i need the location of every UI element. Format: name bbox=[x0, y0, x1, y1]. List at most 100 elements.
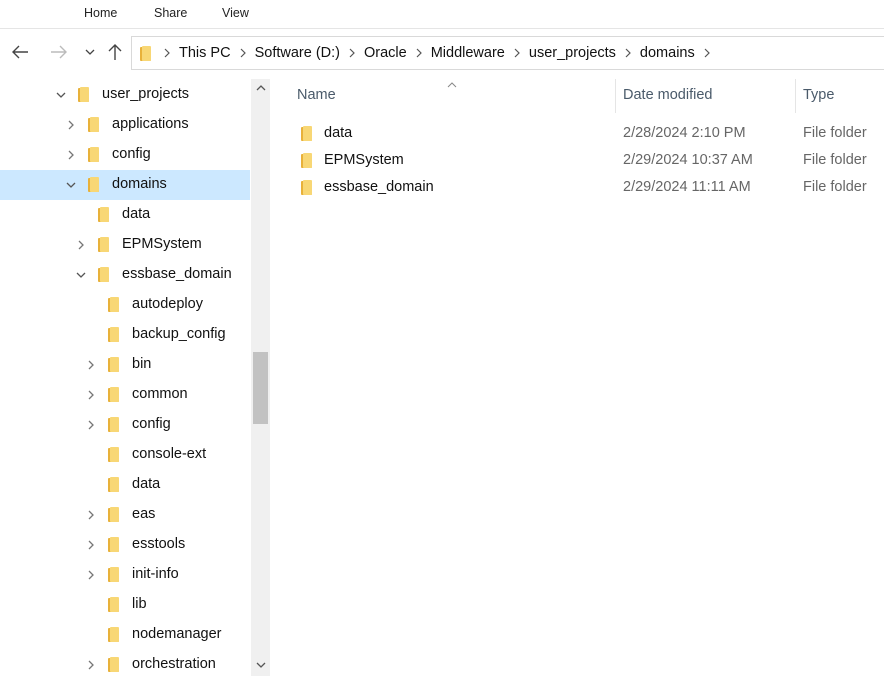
tree-item-label: lib bbox=[132, 596, 147, 612]
file-date: 2/28/2024 2:10 PM bbox=[623, 125, 746, 141]
tree-item-label: orchestration bbox=[132, 656, 216, 672]
file-row[interactable]: EPMSystem 2/29/2024 10:37 AM File folder bbox=[271, 147, 884, 174]
tree-item[interactable]: orchestration bbox=[0, 650, 250, 676]
folder-icon bbox=[88, 147, 99, 162]
breadcrumb-domains[interactable]: domains bbox=[640, 45, 695, 61]
folder-icon bbox=[301, 180, 312, 195]
scroll-down-button[interactable] bbox=[251, 656, 270, 674]
column-divider[interactable] bbox=[795, 79, 796, 113]
tree-item-label: domains bbox=[112, 176, 167, 192]
chevron-down-icon[interactable] bbox=[74, 268, 88, 282]
scroll-up-button[interactable] bbox=[251, 79, 270, 97]
tree-item[interactable]: lib bbox=[0, 590, 250, 620]
scroll-thumb[interactable] bbox=[253, 352, 268, 424]
chevron-right-icon[interactable] bbox=[84, 538, 98, 552]
breadcrumb-middleware[interactable]: Middleware bbox=[431, 45, 505, 61]
tree-item[interactable]: autodeploy bbox=[0, 290, 250, 320]
chevron-right-icon[interactable] bbox=[505, 48, 529, 58]
chevron-right-icon[interactable] bbox=[84, 388, 98, 402]
tree-item-label: autodeploy bbox=[132, 296, 203, 312]
chevron-right-icon[interactable] bbox=[340, 48, 364, 58]
tree-item[interactable]: console-ext bbox=[0, 440, 250, 470]
address-bar[interactable]: This PC Software (D:) Oracle Middleware … bbox=[131, 36, 884, 70]
back-button[interactable] bbox=[9, 41, 31, 63]
chevron-right-icon[interactable] bbox=[64, 148, 78, 162]
breadcrumb-oracle[interactable]: Oracle bbox=[364, 45, 407, 61]
tree-item[interactable]: backup_config bbox=[0, 320, 250, 350]
folder-icon bbox=[108, 297, 119, 312]
column-name[interactable]: Name bbox=[297, 87, 336, 103]
file-row[interactable]: essbase_domain 2/29/2024 11:11 AM File f… bbox=[271, 174, 884, 201]
chevron-down-icon[interactable] bbox=[54, 88, 68, 102]
folder-icon bbox=[140, 45, 151, 61]
folder-icon bbox=[108, 507, 119, 522]
folder-icon bbox=[108, 597, 119, 612]
tree-item[interactable]: applications bbox=[0, 110, 250, 140]
tree-scrollbar[interactable] bbox=[251, 79, 270, 676]
tree-item-label: user_projects bbox=[102, 86, 190, 102]
tree-item[interactable]: bin bbox=[0, 350, 250, 380]
file-date: 2/29/2024 11:11 AM bbox=[623, 179, 751, 195]
chevron-down-icon[interactable] bbox=[64, 178, 78, 192]
folder-icon bbox=[108, 327, 119, 342]
tree-item[interactable]: data bbox=[0, 200, 250, 230]
column-date-modified[interactable]: Date modified bbox=[623, 87, 712, 103]
file-list: Name Date modified Type data 2/28/2024 2… bbox=[271, 79, 884, 676]
tree-item[interactable]: esstools bbox=[0, 530, 250, 560]
tree-item[interactable]: data bbox=[0, 470, 250, 500]
breadcrumb-user-projects[interactable]: user_projects bbox=[529, 45, 616, 61]
tree-item[interactable]: essbase_domain bbox=[0, 260, 250, 290]
breadcrumb-this-pc[interactable]: This PC bbox=[179, 45, 231, 61]
chevron-right-icon[interactable] bbox=[695, 48, 719, 58]
file-name: data bbox=[324, 125, 353, 141]
chevron-right-icon[interactable] bbox=[84, 358, 98, 372]
up-button[interactable] bbox=[104, 41, 126, 63]
tree-item[interactable]: init-info bbox=[0, 560, 250, 590]
tree-item[interactable]: EPMSystem bbox=[0, 230, 250, 260]
chevron-right-icon[interactable] bbox=[616, 48, 640, 58]
tab-share[interactable]: Share bbox=[154, 6, 187, 20]
tree-item[interactable]: domains bbox=[0, 170, 250, 200]
tree-item[interactable]: eas bbox=[0, 500, 250, 530]
sort-ascending-icon bbox=[447, 75, 457, 91]
folder-icon bbox=[98, 237, 109, 252]
folder-icon bbox=[108, 537, 119, 552]
recent-locations-button[interactable] bbox=[79, 41, 101, 63]
tree-item[interactable]: config bbox=[0, 140, 250, 170]
folder-icon bbox=[108, 477, 119, 492]
forward-button[interactable] bbox=[48, 41, 70, 63]
tree-item[interactable]: nodemanager bbox=[0, 620, 250, 650]
chevron-right-icon[interactable] bbox=[84, 508, 98, 522]
file-row[interactable]: data 2/28/2024 2:10 PM File folder bbox=[271, 120, 884, 147]
breadcrumb-software-d[interactable]: Software (D:) bbox=[255, 45, 340, 61]
file-type: File folder bbox=[803, 125, 867, 141]
folder-icon bbox=[108, 567, 119, 582]
folder-icon bbox=[108, 387, 119, 402]
tree-item-label: esstools bbox=[132, 536, 186, 552]
tree-item[interactable]: user_projects bbox=[0, 80, 250, 110]
file-name: essbase_domain bbox=[324, 179, 434, 195]
tree-item[interactable]: config bbox=[0, 410, 250, 440]
chevron-right-icon[interactable] bbox=[84, 658, 98, 672]
tab-home[interactable]: Home bbox=[84, 6, 117, 20]
folder-icon bbox=[78, 87, 89, 102]
chevron-right-icon[interactable] bbox=[64, 118, 78, 132]
chevron-right-icon[interactable] bbox=[84, 568, 98, 582]
tree-item-label: config bbox=[132, 416, 171, 432]
folder-icon bbox=[98, 207, 109, 222]
tab-view[interactable]: View bbox=[222, 6, 249, 20]
tree-item[interactable]: common bbox=[0, 380, 250, 410]
chevron-right-icon[interactable] bbox=[84, 418, 98, 432]
folder-icon bbox=[108, 657, 119, 672]
chevron-right-icon[interactable] bbox=[155, 48, 179, 58]
tree-item-label: eas bbox=[132, 506, 156, 522]
file-type: File folder bbox=[803, 179, 867, 195]
column-divider[interactable] bbox=[615, 79, 616, 113]
chevron-right-icon[interactable] bbox=[231, 48, 255, 58]
arrow-up-icon bbox=[108, 44, 122, 60]
folder-icon bbox=[108, 447, 119, 462]
chevron-right-icon[interactable] bbox=[74, 238, 88, 252]
chevron-right-icon[interactable] bbox=[407, 48, 431, 58]
folder-icon bbox=[108, 357, 119, 372]
column-type[interactable]: Type bbox=[803, 87, 834, 103]
